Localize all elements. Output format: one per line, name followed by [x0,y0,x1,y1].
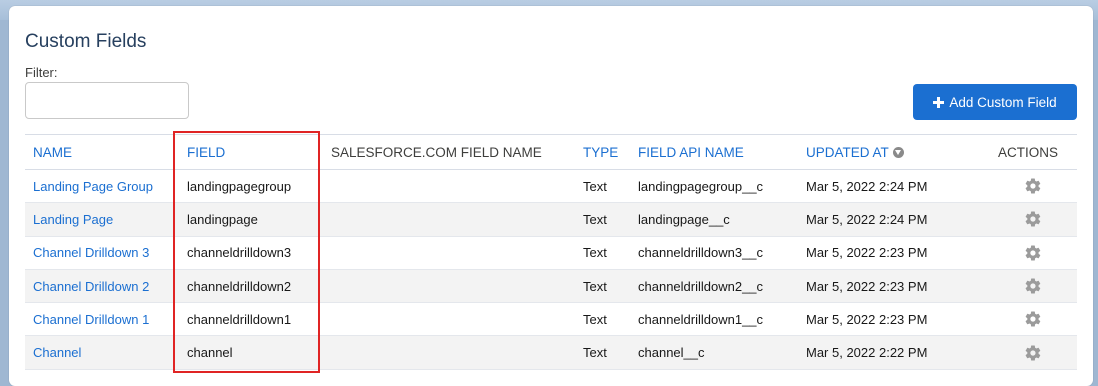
table-row: Channel Drilldown 2 channeldrilldown2 Te… [25,269,1077,304]
row-actions [1024,336,1042,368]
row-updated-at: Mar 5, 2022 2:22 PM [806,345,928,361]
row-field: landingpagegroup [187,178,292,194]
row-type: Text [583,278,607,294]
column-header-updated-at[interactable]: UPDATED AT [806,135,904,169]
add-custom-field-button[interactable]: Add Custom Field [913,84,1077,120]
row-type: Text [583,245,607,261]
column-header-field-api-name[interactable]: FIELD API NAME [638,135,744,169]
row-type: Text [583,178,607,194]
row-field-api-name: channeldrilldown2__c [638,278,764,294]
gear-icon[interactable] [1024,210,1042,228]
row-field: channeldrilldown3 [187,245,292,261]
row-name-link[interactable]: Channel Drilldown 2 [33,270,149,302]
row-field-api-name: channeldrilldown1__c [638,311,764,327]
table-row: Channel Drilldown 3 channeldrilldown3 Te… [25,237,1077,270]
row-actions [1024,303,1042,335]
add-custom-field-label: Add Custom Field [949,94,1057,110]
row-actions [1024,203,1042,235]
column-header-name[interactable]: NAME [33,135,72,169]
row-field-api-name: channeldrilldown3__c [638,245,764,261]
gear-icon[interactable] [1024,310,1042,328]
column-header-updated-at-label: UPDATED AT [806,144,889,160]
column-header-actions: ACTIONS [998,144,1059,160]
row-field: channeldrilldown1 [187,311,292,327]
row-field: channeldrilldown2 [187,278,292,294]
table-row: Landing Page landingpage Text landingpag… [25,203,1077,237]
row-type: Text [583,211,607,227]
filter-input[interactable] [25,82,189,119]
sort-descending-icon [892,146,904,158]
page-title: Custom Fields [25,31,147,52]
gear-icon[interactable] [1024,277,1042,295]
filter-label: Filter: [25,65,58,80]
row-field: landingpage [187,211,258,227]
custom-fields-table: NAME FIELD SALESFORCE.COM FIELD NAME TYP… [25,134,1077,370]
row-name-link[interactable]: Landing Page Group [33,170,153,202]
row-updated-at: Mar 5, 2022 2:24 PM [806,178,928,194]
row-updated-at: Mar 5, 2022 2:24 PM [806,211,928,227]
table-row: Landing Page Group landingpagegroup Text… [25,170,1077,204]
column-header-field[interactable]: FIELD [187,135,225,169]
row-type: Text [583,311,607,327]
row-name-link[interactable]: Channel Drilldown 1 [33,303,149,335]
custom-fields-panel: Custom Fields Filter: Add Custom Field N… [9,6,1093,386]
row-updated-at: Mar 5, 2022 2:23 PM [806,245,928,261]
column-header-type[interactable]: TYPE [583,135,618,169]
row-name-link[interactable]: Channel Drilldown 3 [33,237,149,269]
column-header-sf-field-name: SALESFORCE.COM FIELD NAME [331,144,542,160]
row-name-link[interactable]: Channel [33,336,81,368]
row-type: Text [583,345,607,361]
table-row: Channel Drilldown 1 channeldrilldown1 Te… [25,303,1077,337]
row-name-link[interactable]: Landing Page [33,203,113,235]
plus-icon [933,96,945,108]
table-header-row: NAME FIELD SALESFORCE.COM FIELD NAME TYP… [25,135,1077,170]
row-actions [1024,237,1042,269]
gear-icon[interactable] [1024,344,1042,362]
gear-icon[interactable] [1024,244,1042,262]
row-actions [1024,270,1042,302]
row-actions [1024,170,1042,202]
gear-icon[interactable] [1024,177,1042,195]
row-updated-at: Mar 5, 2022 2:23 PM [806,278,928,294]
row-field-api-name: channel__c [638,345,705,361]
row-field-api-name: landingpagegroup__c [638,178,764,194]
row-field-api-name: landingpage__c [638,211,730,227]
row-updated-at: Mar 5, 2022 2:23 PM [806,311,928,327]
table-row: Channel channel Text channel__c Mar 5, 2… [25,336,1077,370]
row-field: channel [187,345,233,361]
